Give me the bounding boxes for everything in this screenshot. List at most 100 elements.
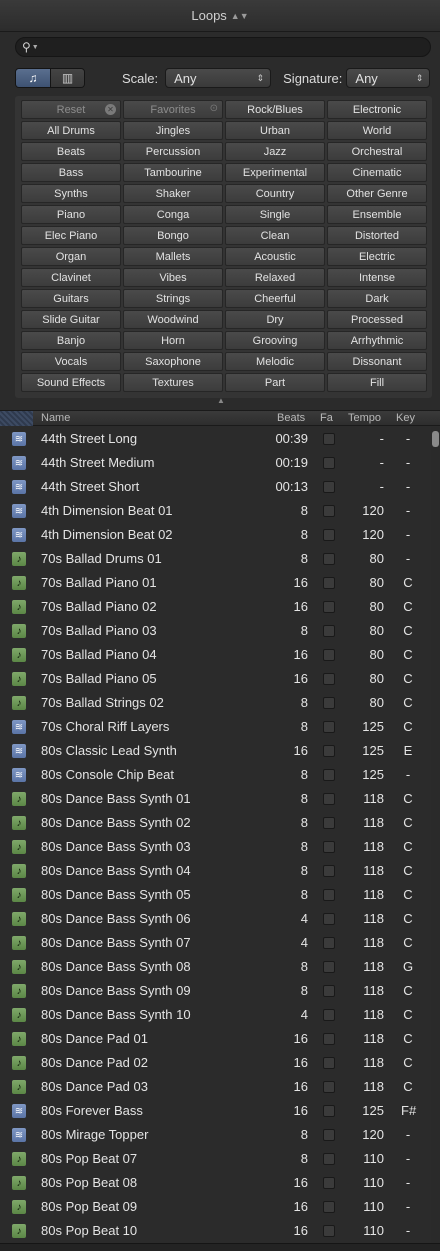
column-key[interactable]: Key: [396, 412, 415, 424]
signature-dropdown[interactable]: Any ⇕: [346, 68, 431, 88]
keyword-button-distorted[interactable]: Distorted: [327, 226, 427, 245]
favorite-checkbox[interactable]: [323, 1033, 335, 1045]
favorite-checkbox[interactable]: [323, 481, 335, 493]
keyword-button-synths[interactable]: Synths: [21, 184, 121, 203]
keyword-button-guitars[interactable]: Guitars: [21, 289, 121, 308]
keyword-button-electronic[interactable]: Electronic: [327, 100, 427, 119]
keyword-button-horn[interactable]: Horn: [123, 331, 223, 350]
loop-row[interactable]: ♪ 70s Ballad Piano 01 16 80 C: [0, 571, 430, 595]
favorite-checkbox[interactable]: [323, 673, 335, 685]
resize-handle-icon[interactable]: ▲: [217, 397, 225, 405]
music-note-icon[interactable]: ♫: [16, 69, 50, 87]
loop-row[interactable]: ♪ 80s Pop Beat 10 16 110 -: [0, 1219, 430, 1243]
loop-row[interactable]: ♪ 80s Dance Bass Synth 05 8 118 C: [0, 883, 430, 907]
keyword-button-organ[interactable]: Organ: [21, 247, 121, 266]
keyword-button-single[interactable]: Single: [225, 205, 325, 224]
keyword-button-beats[interactable]: Beats: [21, 142, 121, 161]
loop-row[interactable]: ≋ 44th Street Short 00:13 - -: [0, 475, 430, 499]
midi-loop-icon[interactable]: ♪: [12, 1200, 26, 1214]
favorite-checkbox[interactable]: [323, 937, 335, 949]
favorite-checkbox[interactable]: [323, 457, 335, 469]
keyword-button-cinematic[interactable]: Cinematic: [327, 163, 427, 182]
column-name[interactable]: Name: [41, 412, 70, 424]
keyword-button-clean[interactable]: Clean: [225, 226, 325, 245]
keyword-button-rock-blues[interactable]: Rock/Blues: [225, 100, 325, 119]
loop-row[interactable]: ♪ 70s Ballad Piano 02 16 80 C: [0, 595, 430, 619]
scroll-thumb[interactable]: [432, 431, 439, 447]
midi-loop-icon[interactable]: ♪: [12, 552, 26, 566]
favorite-checkbox[interactable]: [323, 697, 335, 709]
favorite-checkbox[interactable]: [323, 865, 335, 877]
column-tempo[interactable]: Tempo: [348, 412, 381, 424]
loop-row[interactable]: ♪ 70s Ballad Piano 04 16 80 C: [0, 643, 430, 667]
favorite-checkbox[interactable]: [323, 577, 335, 589]
audio-loop-icon[interactable]: ≋: [12, 720, 26, 734]
favorite-checkbox[interactable]: [323, 433, 335, 445]
scrollbar[interactable]: [431, 427, 440, 1243]
keyword-button-favorites[interactable]: Favorites ⊙: [123, 100, 223, 119]
keyword-button-country[interactable]: Country: [225, 184, 325, 203]
favorite-checkbox[interactable]: [323, 769, 335, 781]
midi-loop-icon[interactable]: ♪: [12, 600, 26, 614]
favorite-checkbox[interactable]: [323, 985, 335, 997]
keyword-button-shaker[interactable]: Shaker: [123, 184, 223, 203]
keyword-button-relaxed[interactable]: Relaxed: [225, 268, 325, 287]
audio-loop-icon[interactable]: ≋: [12, 1128, 26, 1142]
loop-row[interactable]: ♪ 80s Dance Pad 03 16 118 C: [0, 1075, 430, 1099]
midi-loop-icon[interactable]: ♪: [12, 672, 26, 686]
loop-row[interactable]: ♪ 80s Dance Bass Synth 04 8 118 C: [0, 859, 430, 883]
loop-row[interactable]: ♪ 80s Dance Bass Synth 01 8 118 C: [0, 787, 430, 811]
favorite-checkbox[interactable]: [323, 529, 335, 541]
favorite-checkbox[interactable]: [323, 913, 335, 925]
favorite-checkbox[interactable]: [323, 1057, 335, 1069]
favorite-checkbox[interactable]: [323, 553, 335, 565]
loop-row[interactable]: ♪ 80s Dance Bass Synth 10 4 118 C: [0, 1003, 430, 1027]
favorite-checkbox[interactable]: [323, 793, 335, 805]
favorite-checkbox[interactable]: [323, 1081, 335, 1093]
keyword-button-saxophone[interactable]: Saxophone: [123, 352, 223, 371]
favorite-checkbox[interactable]: [323, 1177, 335, 1189]
audio-loop-icon[interactable]: ≋: [12, 504, 26, 518]
favorite-checkbox[interactable]: [323, 1009, 335, 1021]
keyword-button-ensemble[interactable]: Ensemble: [327, 205, 427, 224]
keyword-button-acoustic[interactable]: Acoustic: [225, 247, 325, 266]
midi-loop-icon[interactable]: ♪: [12, 1056, 26, 1070]
loop-row[interactable]: ≋ 70s Choral Riff Layers 8 125 C: [0, 715, 430, 739]
type-column-header[interactable]: [0, 411, 33, 426]
loop-row[interactable]: ♪ 80s Dance Bass Synth 06 4 118 C: [0, 907, 430, 931]
keyword-button-cheerful[interactable]: Cheerful: [225, 289, 325, 308]
midi-loop-icon[interactable]: ♪: [12, 624, 26, 638]
midi-loop-icon[interactable]: ♪: [12, 1176, 26, 1190]
keyword-button-woodwind[interactable]: Woodwind: [123, 310, 223, 329]
keyword-button-reset[interactable]: Reset ✕: [21, 100, 121, 119]
keyword-button-all-drums[interactable]: All Drums: [21, 121, 121, 140]
favorite-checkbox[interactable]: [323, 505, 335, 517]
keyword-button-piano[interactable]: Piano: [21, 205, 121, 224]
keyword-button-urban[interactable]: Urban: [225, 121, 325, 140]
favorite-checkbox[interactable]: [323, 961, 335, 973]
midi-loop-icon[interactable]: ♪: [12, 1224, 26, 1238]
keyword-button-textures[interactable]: Textures: [123, 373, 223, 392]
panel-title[interactable]: Loops: [191, 8, 226, 23]
midi-loop-icon[interactable]: ♪: [12, 840, 26, 854]
keyword-button-other-genre[interactable]: Other Genre: [327, 184, 427, 203]
midi-loop-icon[interactable]: ♪: [12, 1008, 26, 1022]
keyword-button-orchestral[interactable]: Orchestral: [327, 142, 427, 161]
favorite-checkbox[interactable]: [323, 625, 335, 637]
keyword-button-electric[interactable]: Electric: [327, 247, 427, 266]
loop-row[interactable]: ≋ 44th Street Medium 00:19 - -: [0, 451, 430, 475]
audio-loop-icon[interactable]: ≋: [12, 456, 26, 470]
audio-loop-icon[interactable]: ≋: [12, 744, 26, 758]
keyword-button-conga[interactable]: Conga: [123, 205, 223, 224]
keyword-button-bass[interactable]: Bass: [21, 163, 121, 182]
loop-row[interactable]: ♪ 70s Ballad Strings 02 8 80 C: [0, 691, 430, 715]
keyword-button-tambourine[interactable]: Tambourine: [123, 163, 223, 182]
favorite-checkbox[interactable]: [323, 601, 335, 613]
keyword-button-arrhythmic[interactable]: Arrhythmic: [327, 331, 427, 350]
audio-loop-icon[interactable]: ≋: [12, 480, 26, 494]
audio-loop-icon[interactable]: ≋: [12, 432, 26, 446]
loop-row[interactable]: ♪ 80s Dance Bass Synth 07 4 118 C: [0, 931, 430, 955]
updown-chevron-icon[interactable]: ▲▼: [231, 11, 249, 21]
keyword-button-intense[interactable]: Intense: [327, 268, 427, 287]
midi-loop-icon[interactable]: ♪: [12, 696, 26, 710]
